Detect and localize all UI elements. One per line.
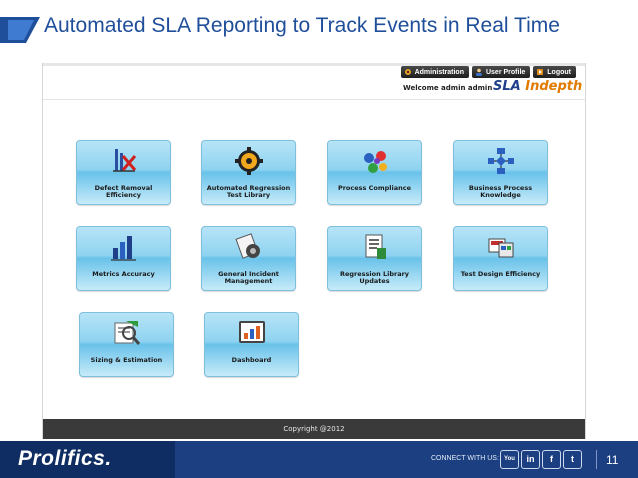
logo-indepth: Indepth [525,79,583,94]
dashboard-icon [238,321,265,343]
tile-label: Automated Regression Test Library [206,184,291,199]
linkedin-icon[interactable]: in [521,450,540,469]
tile-label: Regression Library Updates [339,270,410,285]
settings-icon [404,69,411,75]
administration-button[interactable]: Administration [400,66,469,78]
tile-label: Dashboard [231,356,272,364]
tile-label: Business Process Knowledge [468,184,533,199]
bar-chart-icon [110,236,136,261]
title-accent-shape [0,17,40,43]
sizing-icon [114,321,140,345]
logout-button[interactable]: Logout [533,66,576,78]
prolifics-logo: Prolifics. [18,447,112,470]
tile-label: Metrics Accuracy [92,270,155,278]
tile-process-compliance[interactable]: Process Compliance [327,140,422,205]
tile-sizing-estimation[interactable]: Sizing & Estimation [79,312,174,377]
tile-label: Defect Removal Efficiency [94,184,153,199]
twitter-icon[interactable]: t [563,450,582,469]
logo-sla: SLA [493,79,526,94]
tile-test-design-efficiency[interactable]: Test Design Efficiency [453,226,548,291]
defect-removal-icon [112,149,136,172]
header-divider [43,99,585,100]
connect-label: CONNECT WITH US: [431,455,499,462]
user-profile-label: User Profile [485,68,526,76]
copyright-text: Copyright @2012 [283,425,345,433]
logout-label: Logout [547,68,571,76]
tile-label: General Incident Management [218,270,279,285]
tile-business-process-knowledge[interactable]: Business Process Knowledge [453,140,548,205]
tile-label: Test Design Efficiency [460,270,541,278]
tile-automated-regression-test-library[interactable]: Automated Regression Test Library [201,140,296,205]
youtube-icon[interactable]: You [500,450,519,469]
gear-icon [234,147,263,175]
test-design-icon [488,238,513,258]
document-icon [365,234,386,259]
page-number: 11 [606,453,619,467]
tile-regression-library-updates[interactable]: Regression Library Updates [327,226,422,291]
tile-label: Sizing & Estimation [90,356,163,364]
logout-icon [537,69,544,75]
user-profile-button[interactable]: User Profile [471,66,531,78]
slide-footer-bar: Prolifics. CONNECT WITH US: You in f t 1… [0,441,638,478]
welcome-text: Welcome admin admin [403,84,493,92]
tile-dashboard[interactable]: Dashboard [204,312,299,377]
sla-indepth-logo: SLA Indepth [493,79,582,94]
tile-label: Process Compliance [337,184,412,192]
tile-metrics-accuracy[interactable]: Metrics Accuracy [76,226,171,291]
app-copyright-bar: Copyright @2012 [43,419,585,439]
facebook-icon[interactable]: f [542,450,561,469]
process-compliance-icon [363,151,387,173]
tile-general-incident-management[interactable]: General Incident Management [201,226,296,291]
administration-label: Administration [414,68,464,76]
app-window: Administration User Profile Logout Welco… [42,63,586,439]
slide-title: Automated SLA Reporting to Track Events … [44,14,560,37]
incident-icon [234,233,260,259]
tile-defect-removal-efficiency[interactable]: Defect Removal Efficiency [76,140,171,205]
flowchart-icon [487,148,514,174]
user-icon [475,68,482,76]
top-navigation: Administration User Profile Logout [400,66,576,78]
page-separator [596,450,597,469]
